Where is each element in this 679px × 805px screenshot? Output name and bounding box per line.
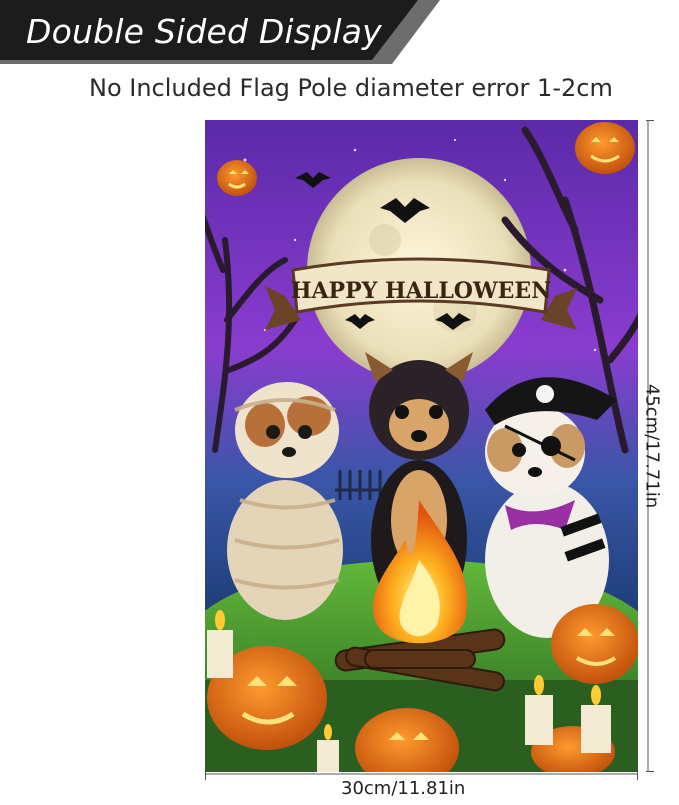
flag-artwork: HAPPY HALLOWEEN (205, 120, 638, 772)
mummy-dog (227, 382, 343, 620)
flag-pole-note: No Included Flag Pole diameter error 1-2… (89, 74, 613, 102)
top-right-pumpkin (575, 122, 635, 174)
height-label: 45cm/17.71in (641, 383, 663, 509)
display-banner: Double Sided Display (0, 0, 440, 64)
width-label: 30cm/11.81in (341, 778, 466, 799)
halloween-flag-image: HAPPY HALLOWEEN (205, 120, 638, 772)
banner-title: Double Sided Display (26, 12, 382, 51)
top-left-pumpkin (217, 160, 257, 196)
bottom-right-pumpkin (551, 604, 638, 684)
ribbon-text: HAPPY HALLOWEEN (291, 278, 552, 304)
